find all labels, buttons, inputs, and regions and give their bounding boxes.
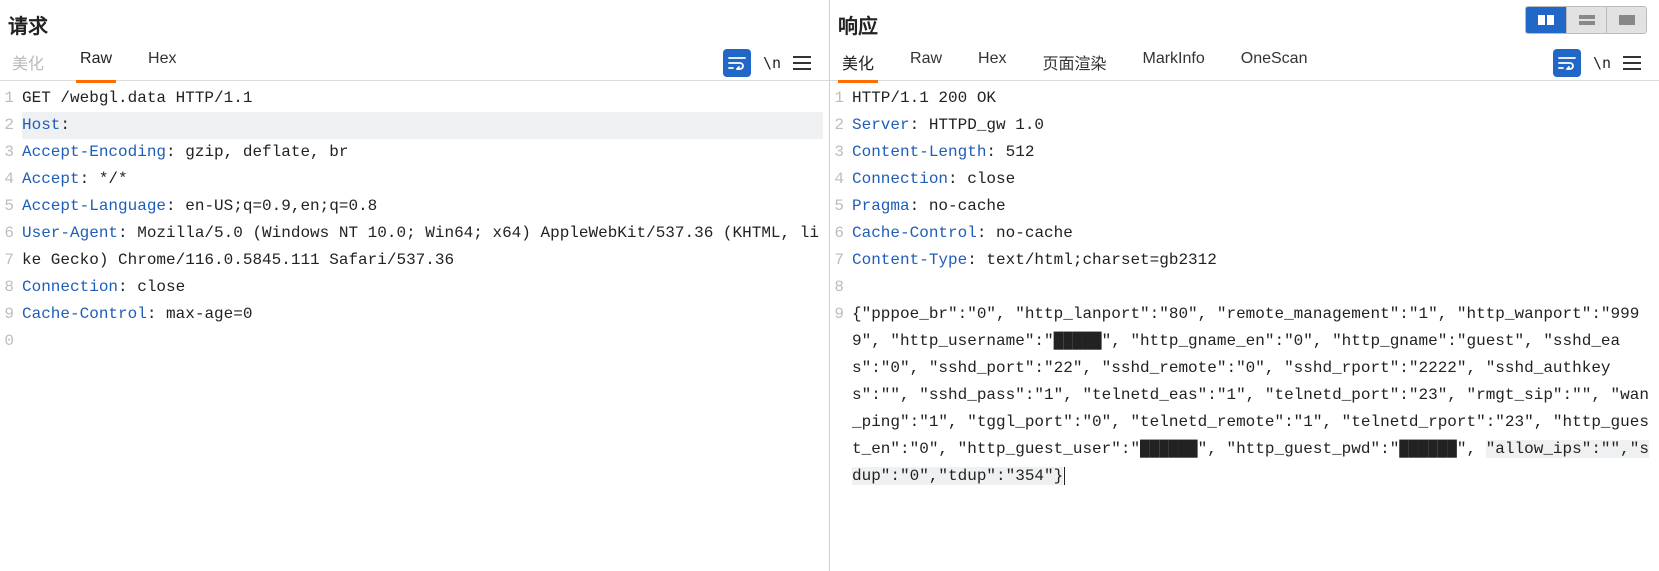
code-line[interactable]: Content-Type: text/html;charset=gb2312 — [852, 247, 1653, 274]
line-number: 4 — [830, 166, 848, 193]
request-panel: 请求 美化 Raw Hex \n 1234567890 GET /webgl.dat… — [0, 0, 829, 571]
request-content[interactable]: GET /webgl.data HTTP/1.1Host: Accept-Enc… — [18, 81, 829, 571]
response-content[interactable]: HTTP/1.1 200 OKServer: HTTPD_gw 1.0Conte… — [848, 81, 1659, 571]
header-key: Content-Length — [852, 143, 986, 161]
code-line[interactable] — [22, 328, 823, 355]
header-value: no-cache — [996, 224, 1073, 242]
line-number: 5 — [0, 193, 18, 220]
response-tab-2[interactable]: Hex — [974, 44, 1010, 83]
request-editor[interactable]: 1234567890 GET /webgl.data HTTP/1.1Host:… — [0, 81, 829, 571]
request-tab-0: 美化 — [8, 44, 48, 83]
newline-indicator[interactable]: \n — [763, 54, 781, 72]
header-value: close — [137, 278, 185, 296]
header-value: gzip, deflate, br — [185, 143, 348, 161]
layout-single-button[interactable] — [1606, 7, 1646, 33]
line-number: 3 — [830, 139, 848, 166]
header-value: max-age=0 — [166, 305, 252, 323]
code-line[interactable]: HTTP/1.1 200 OK — [852, 85, 1653, 112]
header-value: HTTPD_gw 1.0 — [929, 116, 1044, 134]
header-key: Server — [852, 116, 910, 134]
request-tabs-row: 美化 Raw Hex \n — [0, 45, 829, 81]
line-number: 1 — [830, 85, 848, 112]
header-key: Connection — [22, 278, 118, 296]
code-line[interactable] — [852, 274, 1653, 301]
code-line[interactable] — [22, 355, 823, 382]
header-key: Cache-Control — [852, 224, 977, 242]
line-number: 9 — [0, 301, 18, 328]
code-line[interactable]: GET /webgl.data HTTP/1.1 — [22, 85, 823, 112]
response-toolbar: \n — [1553, 49, 1655, 77]
response-gutter: 123456789 — [830, 81, 848, 571]
layout-columns-button[interactable] — [1526, 7, 1566, 33]
line-number: 7 — [0, 247, 18, 274]
layout-rows-button[interactable] — [1566, 7, 1606, 33]
response-tabs-row: 美化 Raw Hex 页面渲染 MarkInfo OneScan \n — [830, 45, 1659, 81]
code-line[interactable]: Connection: close — [852, 166, 1653, 193]
header-value: Mozilla/5.0 (Windows NT 10.0; Win64; x64… — [22, 224, 819, 269]
header-key: Connection — [852, 170, 948, 188]
response-panel: 响应 美化RawHex页面渲染MarkInfoOneScan \n 123456… — [830, 0, 1659, 571]
line-number: 2 — [0, 112, 18, 139]
response-tab-0[interactable]: 美化 — [838, 44, 878, 83]
wrap-toggle-button[interactable] — [1553, 49, 1581, 77]
header-value: 512 — [1006, 143, 1035, 161]
header-value: en-US;q=0.9,en;q=0.8 — [185, 197, 377, 215]
header-value: */* — [99, 170, 128, 188]
line-number: 6 — [830, 220, 848, 247]
code-line[interactable]: Cache-Control: no-cache — [852, 220, 1653, 247]
header-key: Cache-Control — [22, 305, 147, 323]
header-key: Accept-Language — [22, 197, 166, 215]
request-gutter: 1234567890 — [0, 81, 18, 571]
text-cursor — [1064, 467, 1065, 485]
code-line[interactable]: Accept-Encoding: gzip, deflate, br — [22, 139, 823, 166]
code-line[interactable]: Host: — [22, 112, 823, 139]
response-tab-3[interactable]: 页面渲染 — [1038, 44, 1110, 83]
header-value: no-cache — [929, 197, 1006, 215]
header-key: Accept-Encoding — [22, 143, 166, 161]
layout-toggle — [1525, 6, 1647, 34]
menu-button[interactable] — [1623, 51, 1647, 75]
request-toolbar: \n — [723, 49, 825, 77]
line-number: 1 — [0, 85, 18, 112]
code-line[interactable]: Accept: */* — [22, 166, 823, 193]
line-number: 7 — [830, 247, 848, 274]
code-line[interactable]: Accept-Language: en-US;q=0.9,en;q=0.8 — [22, 193, 823, 220]
request-title: 请求 — [0, 0, 829, 45]
header-value: text/html;charset=gb2312 — [986, 251, 1216, 269]
line-number: 3 — [0, 139, 18, 166]
line-number: 6 — [0, 220, 18, 247]
request-tab-2[interactable]: Hex — [144, 44, 180, 83]
header-key: User-Agent — [22, 224, 118, 242]
line-number: 8 — [0, 274, 18, 301]
code-line[interactable]: Server: HTTPD_gw 1.0 — [852, 112, 1653, 139]
header-key: Accept — [22, 170, 80, 188]
response-editor[interactable]: 123456789 HTTP/1.1 200 OKServer: HTTPD_g… — [830, 81, 1659, 571]
code-line[interactable]: Pragma: no-cache — [852, 193, 1653, 220]
line-number: 4 — [0, 166, 18, 193]
menu-button[interactable] — [793, 51, 817, 75]
wrap-toggle-button[interactable] — [723, 49, 751, 77]
line-number: 9 — [830, 301, 848, 328]
header-value: close — [967, 170, 1015, 188]
header-key: Pragma — [852, 197, 910, 215]
code-line[interactable]: Cache-Control: max-age=0 — [22, 301, 823, 328]
line-number: 5 — [830, 193, 848, 220]
response-tab-1[interactable]: Raw — [906, 44, 946, 83]
header-key: Content-Type — [852, 251, 967, 269]
code-line[interactable]: Content-Length: 512 — [852, 139, 1653, 166]
line-number: 8 — [830, 274, 848, 301]
request-tab-1[interactable]: Raw — [76, 44, 116, 83]
newline-indicator[interactable]: \n — [1593, 54, 1611, 72]
code-line[interactable]: Connection: close — [22, 274, 823, 301]
response-tab-5[interactable]: OneScan — [1237, 44, 1312, 83]
response-body-line[interactable]: {"pppoe_br":"0", "http_lanport":"80", "r… — [852, 301, 1653, 490]
line-number: 0 — [0, 328, 18, 355]
header-key: Host — [22, 116, 60, 134]
response-tab-4[interactable]: MarkInfo — [1139, 44, 1209, 83]
code-line[interactable]: User-Agent: Mozilla/5.0 (Windows NT 10.0… — [22, 220, 823, 274]
line-number: 2 — [830, 112, 848, 139]
